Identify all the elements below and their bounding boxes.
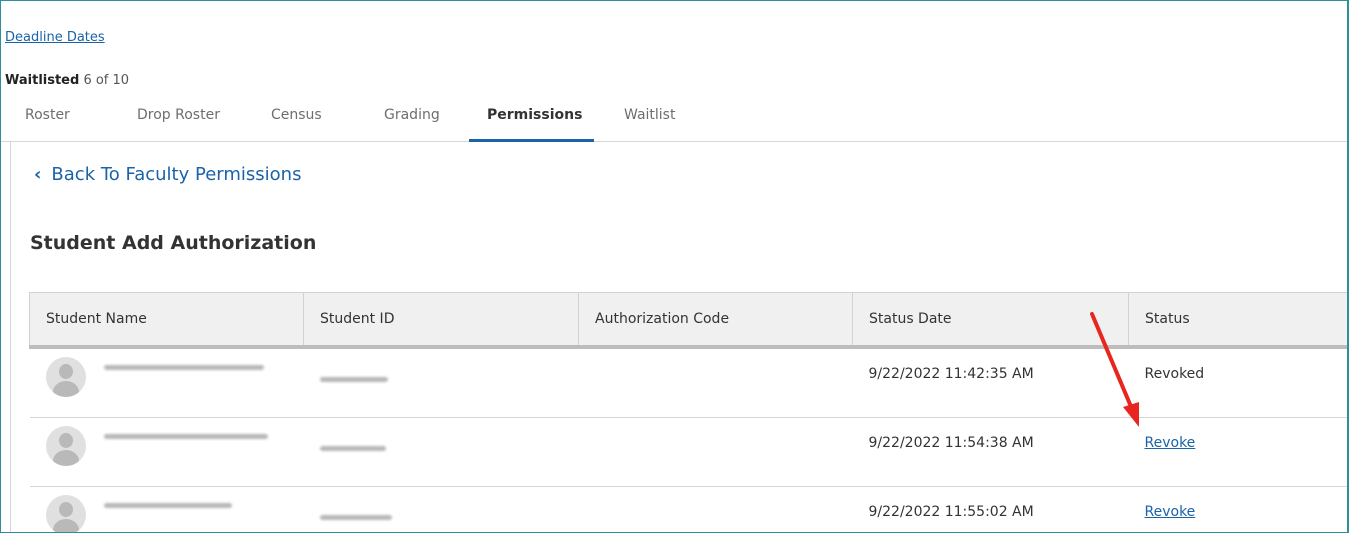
status-cell: Revoke — [1128, 417, 1347, 487]
waitlisted-count: 6 of 10 — [83, 73, 130, 88]
redacted-student-name — [103, 502, 232, 508]
deadline-dates-link[interactable]: Deadline Dates — [5, 30, 105, 45]
redacted-student-name — [103, 364, 264, 370]
student-id-cell — [303, 347, 579, 418]
avatar — [45, 495, 86, 532]
back-to-faculty-permissions-link[interactable]: ‹ Back To Faculty Permissions — [34, 164, 301, 185]
authorization-code-cell — [578, 486, 853, 532]
column-header-status: Status — [1128, 292, 1347, 349]
redacted-student-id — [319, 376, 388, 382]
tab-waitlist[interactable]: Waitlist — [624, 107, 675, 123]
table-row: 9/22/2022 11:42:35 AM Revoked — [29, 347, 1347, 418]
tabs-divider — [1, 141, 1347, 142]
content-left-border — [10, 142, 11, 532]
app-frame: Deadline Dates Waitlisted 6 of 10 Roster… — [0, 0, 1349, 533]
status-cell: Revoke — [1128, 486, 1347, 532]
avatar — [45, 357, 86, 397]
tab-census[interactable]: Census — [271, 107, 322, 123]
active-tab-indicator — [469, 139, 594, 142]
status-date-cell: 9/22/2022 11:55:02 AM — [852, 486, 1129, 532]
waitlist-summary: Waitlisted 6 of 10 — [5, 73, 129, 88]
tab-roster[interactable]: Roster — [25, 107, 70, 123]
student-id-cell — [303, 486, 579, 532]
tab-drop-roster[interactable]: Drop Roster — [137, 107, 220, 123]
column-header-authorization-code: Authorization Code — [578, 292, 853, 349]
authorization-code-cell — [578, 347, 853, 418]
table-row: 9/22/2022 11:55:02 AM Revoke — [29, 486, 1347, 532]
tab-permissions[interactable]: Permissions — [487, 107, 582, 123]
column-header-student-id: Student ID — [303, 292, 579, 349]
redacted-student-id — [319, 445, 386, 451]
revoke-link[interactable]: Revoke — [1145, 435, 1196, 451]
revoke-link[interactable]: Revoke — [1145, 504, 1196, 520]
redacted-student-id — [319, 514, 392, 520]
authorization-code-cell — [578, 417, 853, 487]
chevron-left-icon: ‹ — [34, 164, 42, 185]
avatar — [45, 426, 86, 466]
status-text: Revoked — [1144, 366, 1205, 382]
waitlisted-label: Waitlisted — [5, 73, 80, 88]
section-title: Student Add Authorization — [30, 232, 317, 254]
tab-grading[interactable]: Grading — [384, 107, 440, 123]
status-cell: Revoked — [1128, 347, 1347, 418]
status-date-cell: 9/22/2022 11:54:38 AM — [852, 417, 1129, 487]
student-name-cell — [29, 486, 304, 532]
student-name-cell — [29, 417, 304, 487]
authorization-table: Student Name Student ID Authorization Co… — [29, 292, 1347, 532]
column-header-status-date: Status Date — [852, 292, 1129, 349]
back-link-label: Back To Faculty Permissions — [51, 164, 302, 185]
redacted-student-name — [103, 433, 268, 439]
table-header-row: Student Name Student ID Authorization Co… — [29, 292, 1347, 349]
column-header-student-name: Student Name — [29, 292, 304, 349]
status-date-cell: 9/22/2022 11:42:35 AM — [852, 347, 1129, 418]
table-row: 9/22/2022 11:54:38 AM Revoke — [29, 417, 1347, 487]
student-name-cell — [29, 347, 304, 418]
student-id-cell — [303, 417, 579, 487]
